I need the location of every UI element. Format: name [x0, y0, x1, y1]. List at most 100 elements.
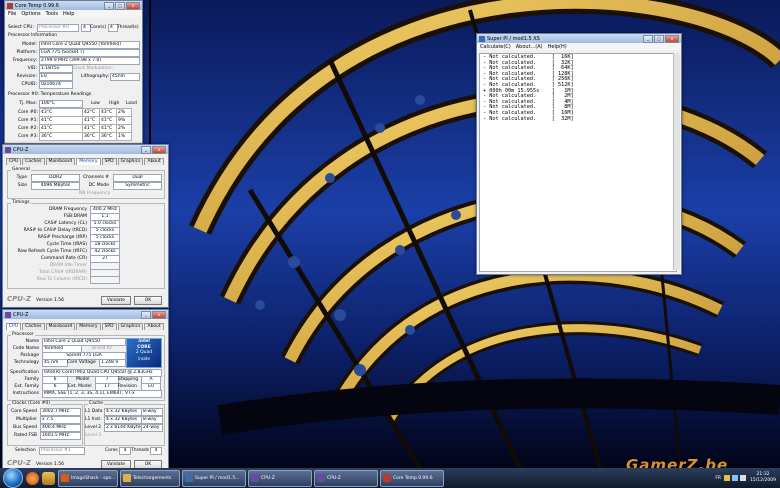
package-label: Package	[20, 353, 39, 358]
taskbar-clock[interactable]: 21:32 15/12/2009	[750, 472, 776, 484]
tab-about[interactable]: About	[144, 158, 164, 165]
minimize-button[interactable]: _	[141, 310, 151, 319]
superpi-app-icon	[479, 35, 485, 42]
taskbar-item-coretemp[interactable]: Core Temp 0.99.6	[380, 469, 444, 487]
specification-label: Specification	[10, 370, 39, 375]
window-title: CPU-Z	[13, 311, 29, 318]
cpuz-memory-titlebar[interactable]: CPU-Z _ x	[3, 145, 168, 154]
taskbar-item-cpuz-2[interactable]: CPU-Z	[314, 469, 378, 487]
volume-icon[interactable]	[740, 475, 747, 481]
start-button[interactable]	[3, 468, 23, 488]
close-button[interactable]: x	[665, 34, 679, 43]
l1-data-label: L1 Data	[85, 409, 103, 414]
ok-button[interactable]: OK	[134, 296, 162, 305]
menu-help[interactable]: Help(H)	[548, 44, 567, 50]
cores-value: 4	[119, 447, 131, 455]
timing-label: CAS# Latency (CL)	[44, 221, 87, 226]
close-button[interactable]: x	[152, 145, 166, 154]
taskbar-item-label: CPU-Z	[327, 475, 341, 481]
tj-max-value: 100°C	[39, 100, 83, 108]
ext-model-label: Ext. Model	[68, 384, 92, 389]
model-label: Model	[76, 377, 90, 382]
cpuz-cpu-titlebar[interactable]: CPU-Z _ x	[3, 310, 168, 319]
taskbar-item-telechargements[interactable]: Telechargements	[120, 469, 180, 487]
core-load: 1%	[116, 132, 132, 141]
core-temp: 43°C	[39, 108, 83, 117]
taskbar-item-label: CPU-Z	[261, 475, 275, 481]
intel-badge-inside: inside	[138, 355, 150, 361]
vid-value: 1.1875v	[39, 65, 73, 73]
core-low: 36°C	[82, 132, 100, 141]
core-voltage-value: 1.248 V	[99, 359, 126, 367]
nb-frequency-label: NB Frequency	[79, 191, 111, 196]
model-value: Intel Core 2 Quad Q9550 (Yorkfield)	[39, 41, 140, 49]
tab-memory[interactable]: Memory	[76, 323, 101, 330]
tab-cpu[interactable]: CPU	[6, 323, 22, 330]
timing-label: Row Refresh Cycle Time (tRFC)	[17, 249, 87, 254]
menu-calculate[interactable]: Calculate(C)	[480, 44, 511, 50]
network-icon[interactable]	[732, 475, 739, 481]
timing-label: Cycle Time (tRAS)	[46, 242, 87, 247]
vertical-scrollbar[interactable]	[673, 53, 680, 270]
instructions-value: MMX, SSE (1, 2, 3, 3S, 4.1), EM64T, VT-x	[42, 390, 162, 398]
multiplier-label: Multiplier	[16, 417, 37, 422]
intel-core2quad-badge: intel CORE 2 Quad inside	[126, 338, 162, 368]
processor-group-title: Processor	[11, 332, 35, 337]
size-value: 4096 MBytes	[31, 182, 80, 190]
taskbar-item-cpuz-1[interactable]: CPU-Z	[248, 469, 312, 487]
level2-label: Level 2	[85, 425, 102, 430]
tab-memory[interactable]: Memory	[76, 158, 101, 165]
tab-cpu[interactable]: CPU	[6, 158, 22, 165]
core-temp-titlebar[interactable]: Core Temp 0.99.6 _ □ x	[5, 1, 142, 10]
minimize-button[interactable]: _	[141, 145, 151, 154]
tray-icon[interactable]	[724, 475, 731, 481]
revision-label: Revision	[118, 384, 137, 389]
rated-fsb-label: Rated FSB	[13, 433, 37, 438]
taskbar-item-imageshack[interactable]: ImageShack - spe...	[58, 469, 118, 487]
clocks-group-title: Clocks (Core #0)	[11, 401, 51, 406]
core-temp-icon	[383, 474, 391, 482]
tab-mainboard[interactable]: Mainboard	[45, 158, 76, 165]
core-high: 36°C	[99, 132, 117, 141]
high-column-header: High	[109, 101, 120, 106]
firefox-icon[interactable]	[26, 471, 39, 485]
selection-dropdown[interactable]: Processor #1	[39, 447, 85, 455]
tab-spd[interactable]: SPD	[101, 158, 117, 165]
ext-family-label: Ext. Family	[14, 384, 39, 389]
table-row: Core #3: 36°C 36°C 36°C 1%	[7, 132, 132, 141]
table-row: Core #1: 41°C 41°C 41°C 9%	[7, 116, 132, 125]
menu-tools[interactable]: Tools	[46, 11, 58, 17]
validate-button[interactable]: Validate	[101, 296, 131, 305]
close-button[interactable]: x	[126, 1, 140, 10]
language-indicator[interactable]: FR	[715, 476, 721, 481]
tab-caches[interactable]: Caches	[22, 323, 45, 330]
taskbar-item-superpi[interactable]: Super PI / mod1.5...	[182, 469, 246, 487]
core-temp-app-icon	[7, 2, 13, 9]
close-button[interactable]: x	[152, 310, 166, 319]
maximize-button[interactable]: □	[654, 34, 664, 43]
folder-icon[interactable]	[42, 471, 55, 485]
tab-about[interactable]: About	[144, 323, 164, 330]
core-load: 9%	[116, 116, 132, 125]
maximize-button[interactable]: □	[115, 1, 125, 10]
minimize-button[interactable]: _	[104, 1, 114, 10]
dc-mode-label: DC Mode	[88, 183, 109, 188]
tab-graphics[interactable]: Graphics	[117, 158, 144, 165]
version-label: Version 1.56	[36, 298, 64, 303]
cpuz-tab-bar: CPU Caches Mainboard Memory SPD Graphics…	[6, 158, 164, 165]
select-cpu-dropdown[interactable]: Processor #0	[37, 24, 79, 32]
tab-mainboard[interactable]: Mainboard	[45, 323, 76, 330]
menu-help[interactable]: Help	[63, 11, 74, 17]
level3-label: Level 3	[85, 433, 102, 438]
menu-about[interactable]: About...(A)	[516, 44, 543, 50]
menu-options[interactable]: Options	[21, 11, 40, 17]
tab-spd[interactable]: SPD	[101, 323, 117, 330]
superpi-titlebar[interactable]: Super PI / mod1.5 XS _ □ x	[477, 34, 681, 43]
minimize-button[interactable]: _	[643, 34, 653, 43]
tab-caches[interactable]: Caches	[22, 158, 45, 165]
cores-label: Cores	[105, 448, 118, 453]
menu-file[interactable]: File	[8, 11, 16, 17]
tab-graphics[interactable]: Graphics	[117, 323, 144, 330]
cpuz-icon	[251, 474, 259, 482]
cpuz-app-icon	[5, 311, 11, 318]
